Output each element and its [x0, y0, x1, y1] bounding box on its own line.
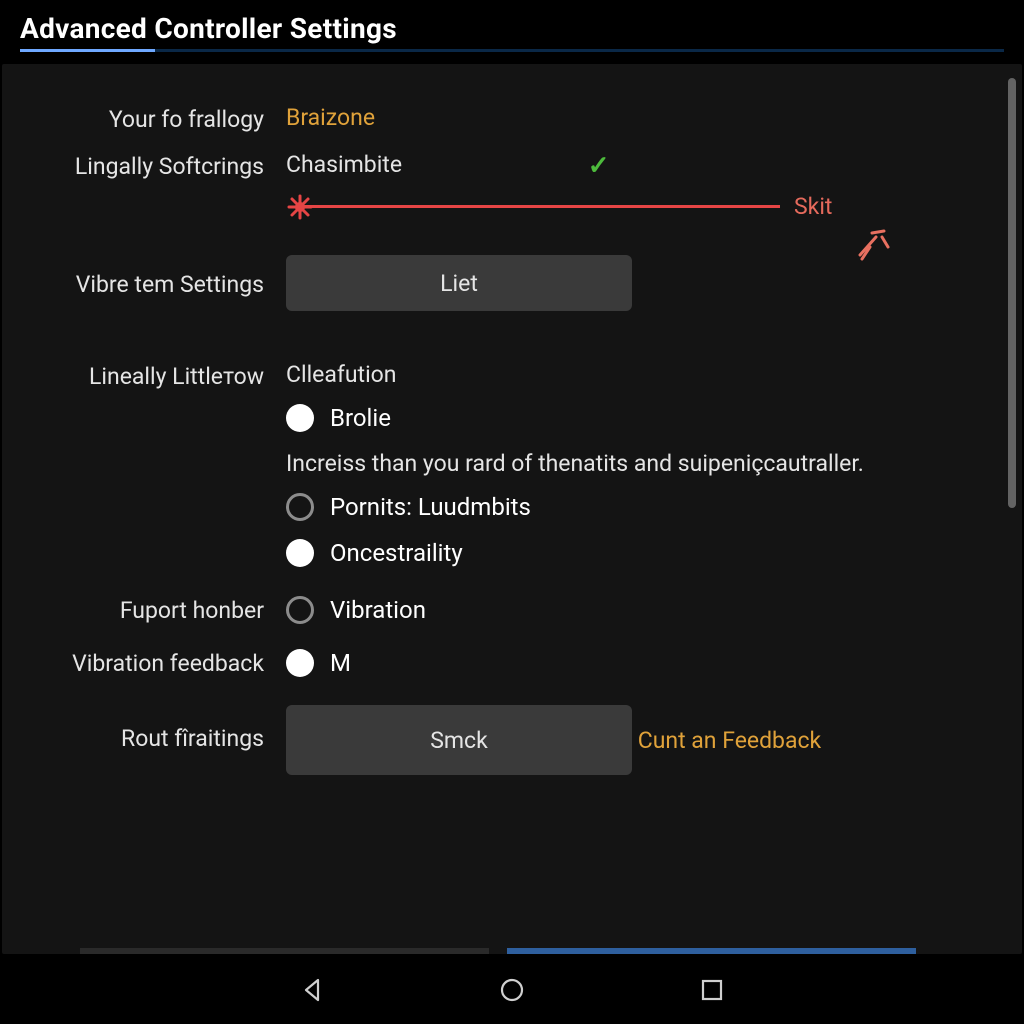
check-icon: ✓ — [588, 151, 610, 181]
frallogy-label: Your fo frallogy — [22, 104, 270, 133]
slider-end-label: Skit — [794, 193, 832, 220]
softcrings-value[interactable]: Chasimbite — [286, 151, 402, 178]
nav-home-icon[interactable] — [497, 975, 527, 1005]
softcrings-label: Lingally Softcrings — [22, 151, 270, 180]
slider-knob-icon[interactable] — [286, 193, 314, 221]
nav-recent-icon[interactable] — [697, 975, 727, 1005]
radio-vibration-label: Vibration — [330, 596, 426, 624]
littletow-label: Lineally Littleтоw — [22, 361, 270, 390]
vibretem-button[interactable]: Liet — [286, 255, 632, 311]
android-navbar — [0, 956, 1024, 1024]
radio-m[interactable] — [286, 649, 314, 677]
littletow-subhead: Clleafution — [286, 361, 992, 388]
bottom-tab-2[interactable] — [507, 948, 916, 954]
slider[interactable]: Skit — [286, 191, 992, 225]
littletow-desc: Increiss than you rard of thenatits and … — [286, 450, 992, 477]
frallogy-value[interactable]: Braizone — [270, 104, 992, 131]
vibfeedback-label: Vibration feedback — [22, 648, 270, 677]
page-title: Advanced Controller Settings — [20, 12, 1004, 45]
rout-label: Rout fîraitings — [22, 705, 270, 752]
spark-icon — [854, 225, 894, 265]
radio-oncestraility-label: Oncestraility — [330, 539, 463, 567]
scrollbar[interactable] — [1008, 78, 1016, 508]
fuport-label: Fuport honber — [22, 595, 270, 624]
vibretem-label: Vibre tem Settings — [22, 269, 270, 298]
bottom-tab-strip — [80, 948, 1016, 954]
radio-m-label: M — [330, 649, 351, 677]
slider-track[interactable] — [300, 205, 780, 208]
radio-pornits-label: Pornits: Luudmbits — [330, 493, 531, 521]
feedback-link[interactable]: Cunt an Feedback — [638, 727, 821, 754]
radio-brolie[interactable] — [286, 404, 314, 432]
nav-back-icon[interactable] — [297, 975, 327, 1005]
radio-pornits[interactable] — [286, 493, 314, 521]
bottom-tab-1[interactable] — [80, 948, 489, 954]
settings-panel: Your fo frallogy Braizone Lingally Softc… — [2, 64, 1022, 954]
radio-oncestraility[interactable] — [286, 539, 314, 567]
radio-brolie-label: Brolie — [330, 404, 391, 432]
radio-vibration[interactable] — [286, 596, 314, 624]
accent-strip — [20, 49, 1004, 52]
rout-button[interactable]: Smck — [286, 705, 632, 775]
